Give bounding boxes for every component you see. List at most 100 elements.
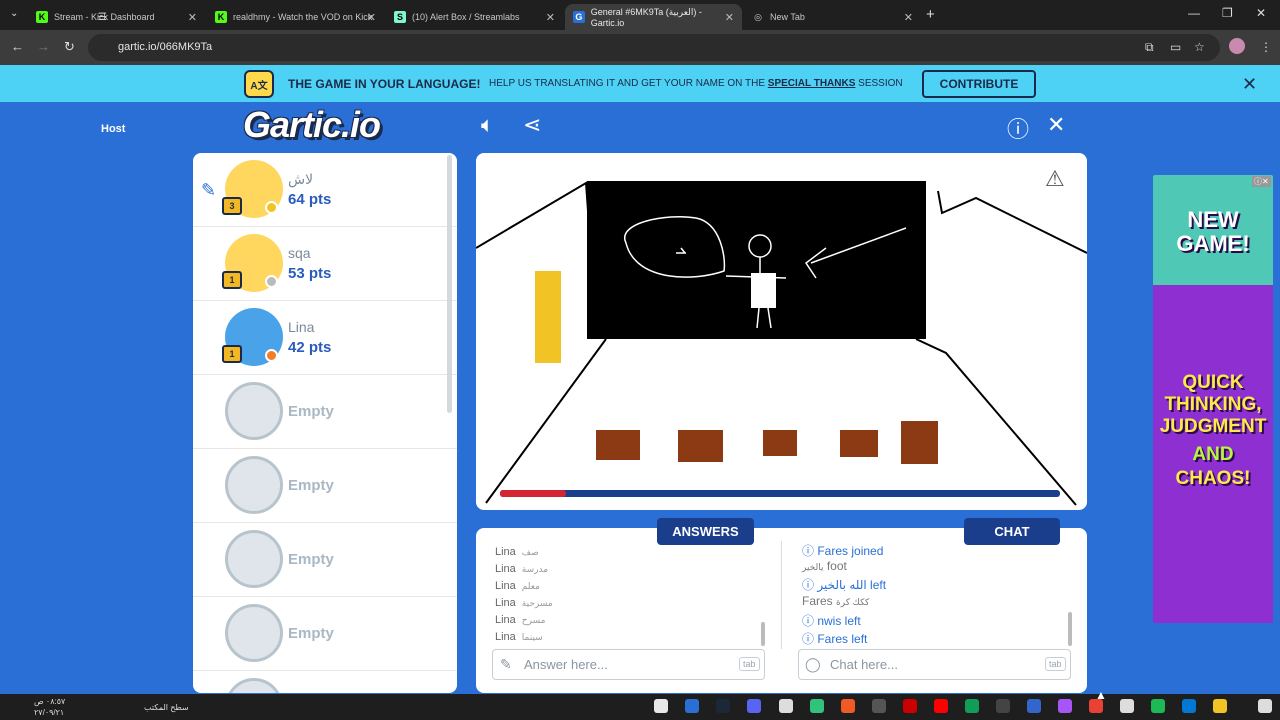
close-tab-icon[interactable]: ✕ xyxy=(188,11,197,24)
translate-icon[interactable]: ⧉ xyxy=(1145,40,1154,55)
edge-icon[interactable] xyxy=(965,699,979,713)
status-dot xyxy=(265,275,278,288)
tab-kick-dashboard[interactable]: K Stream - Kick Dashboard ✕ xyxy=(28,4,205,30)
back-icon[interactable]: ← xyxy=(11,39,24,54)
status-dot xyxy=(265,349,278,362)
restore-icon[interactable]: ❐ xyxy=(1222,6,1233,20)
answer-item: Lina مدرسة xyxy=(495,563,548,575)
chat-input[interactable]: Chat here... xyxy=(798,649,1071,680)
chat-message: Fares ككك كرة xyxy=(802,594,869,608)
answer-text: مسرحية xyxy=(521,598,553,608)
tab-streamlabs[interactable]: S (10) Alert Box / Streamlabs ✕ xyxy=(386,4,563,30)
taskbar-app-icon[interactable] xyxy=(996,699,1010,713)
ad-choices-icon[interactable]: ⓘ✕ xyxy=(1252,176,1271,187)
close-tab-icon[interactable]: ✕ xyxy=(904,11,913,24)
gartic-icon: G xyxy=(573,11,585,23)
chat-scrollbar[interactable] xyxy=(1068,612,1072,646)
empty-slot: Empty xyxy=(193,523,457,597)
player-points: 53 pts xyxy=(288,265,332,282)
players-scrollbar[interactable] xyxy=(447,155,452,413)
desktop-label[interactable]: سطح المكتب xyxy=(144,703,189,712)
taskbar-app-icon[interactable] xyxy=(810,699,824,713)
banner-title: THE GAME IN YOUR LANGUAGE! xyxy=(288,77,481,91)
bookmark-star-icon[interactable]: ☆ xyxy=(1194,40,1205,54)
file-explorer-icon[interactable] xyxy=(1213,699,1227,713)
address-bar-row: ← → ↻ gartic.io/066MK9Ta ⧉ ▭ ☆ ⋮ xyxy=(0,30,1280,65)
reload-icon[interactable]: ↻ xyxy=(64,39,75,55)
drawing-pencil-icon: ✎ xyxy=(201,180,217,200)
cast-icon[interactable]: ▭ xyxy=(1170,40,1181,54)
close-tab-icon[interactable]: ✕ xyxy=(367,11,376,24)
obs-icon[interactable] xyxy=(872,699,886,713)
tab-gartic[interactable]: G General #6MK9Ta (العربية) - Gartic.io … xyxy=(565,4,742,30)
exit-icon[interactable]: ✕ xyxy=(1047,112,1065,138)
discord-icon[interactable] xyxy=(747,699,761,713)
url-field[interactable]: gartic.io/066MK9Ta xyxy=(88,34,1220,61)
answer-author: Lina xyxy=(495,563,516,575)
spotify-icon[interactable] xyxy=(1151,699,1165,713)
taskbar-app-icon[interactable] xyxy=(1027,699,1041,713)
rank-badge: 1 xyxy=(222,271,242,289)
answer-input[interactable]: Answer here... xyxy=(492,649,765,680)
chat-text: Fares left xyxy=(817,632,868,646)
taskbar-app-icon[interactable] xyxy=(654,699,668,713)
tab-title: realdhmy - Watch the VOD on Kick xyxy=(233,12,373,22)
answer-text: سينما xyxy=(521,632,543,642)
start-icon[interactable] xyxy=(1258,699,1272,713)
kick-icon: K xyxy=(215,11,227,23)
host-badge: Host xyxy=(95,121,132,137)
tab-kick-vod[interactable]: K realdhmy - Watch the VOD on Kick ✕ xyxy=(207,4,384,30)
answer-item: Lina مسرح xyxy=(495,614,545,626)
store-icon[interactable] xyxy=(1182,699,1196,713)
advertisement[interactable]: NEW GAME! QUICK THINKING, JUDGMENT AND C… xyxy=(1153,175,1273,623)
youtube-icon[interactable] xyxy=(934,699,948,713)
site-info-icon[interactable]: ☰ xyxy=(98,12,107,23)
answer-item: Lina سينما xyxy=(495,631,543,643)
answer-text: مسرح xyxy=(521,615,546,625)
contribute-button[interactable]: CONTRIBUTE xyxy=(922,70,1036,98)
taskbar-app-icon[interactable] xyxy=(903,699,917,713)
banner-text: HELP US TRANSLATING IT AND GET YOUR NAME… xyxy=(489,78,903,89)
browser-tab-bar: K Stream - Kick Dashboard ✕ K realdhmy -… xyxy=(0,0,1280,30)
player-row[interactable]: ✎ 3 لاش 64 pts xyxy=(193,153,457,227)
menu-icon[interactable]: ⋮ xyxy=(1260,40,1272,54)
profile-avatar[interactable] xyxy=(1229,38,1245,54)
chat-text: foot xyxy=(826,559,847,573)
banner-close-icon[interactable]: ✕ xyxy=(1242,74,1257,95)
drawing-canvas[interactable] xyxy=(476,153,1087,510)
tab-title: General #6MK9Ta (العربية) - Gartic.io xyxy=(590,6,702,28)
chat-text: nwis left xyxy=(817,614,861,628)
answer-item: Lina معلم xyxy=(495,580,540,592)
close-tab-icon[interactable]: ✕ xyxy=(725,11,734,24)
kick-icon: K xyxy=(36,11,48,23)
new-tab-icon[interactable]: + xyxy=(926,6,935,23)
taskbar-app-icon[interactable] xyxy=(1058,699,1072,713)
sound-icon[interactable]: 🔈︎ xyxy=(481,112,494,138)
status-dot xyxy=(265,201,278,214)
answer-author: Lina xyxy=(495,597,516,609)
taskbar-app-icon[interactable] xyxy=(1120,699,1134,713)
answers-scrollbar[interactable] xyxy=(761,622,765,646)
player-row[interactable]: 1 sqa 53 pts xyxy=(193,227,457,301)
ad-line: CHAOS! xyxy=(1175,468,1251,489)
info-icon[interactable]: ⓘ xyxy=(1007,112,1029,144)
chat-bubble-icon: ◯ xyxy=(805,656,821,672)
steam-icon[interactable] xyxy=(716,699,730,713)
answer-author: Lina xyxy=(495,546,516,558)
special-thanks-link[interactable]: SPECIAL THANKS xyxy=(768,78,856,89)
chat-info-item: ⓘ الله بالخير left xyxy=(802,578,887,592)
taskbar-app-icon[interactable] xyxy=(779,699,793,713)
chat-info-item: ⓘ Fares left xyxy=(802,632,868,646)
close-tab-icon[interactable]: ✕ xyxy=(546,11,555,24)
forward-icon[interactable]: → xyxy=(37,39,50,54)
tab-search-icon[interactable]: ⌄ xyxy=(10,8,18,19)
windows-taskbar xyxy=(0,694,1280,720)
tab-new-tab[interactable]: ◎ New Tab ✕ xyxy=(744,4,921,30)
close-window-icon[interactable]: ✕ xyxy=(1256,6,1266,20)
share-icon[interactable]: ⋖ xyxy=(523,112,541,138)
minimize-icon[interactable]: — xyxy=(1188,6,1200,20)
player-row[interactable]: 1 Lina 42 pts xyxy=(193,301,457,375)
taskbar-app-icon[interactable] xyxy=(841,699,855,713)
taskbar-app-icon[interactable] xyxy=(685,699,699,713)
report-warning-icon[interactable]: ⚠ xyxy=(1045,166,1065,192)
